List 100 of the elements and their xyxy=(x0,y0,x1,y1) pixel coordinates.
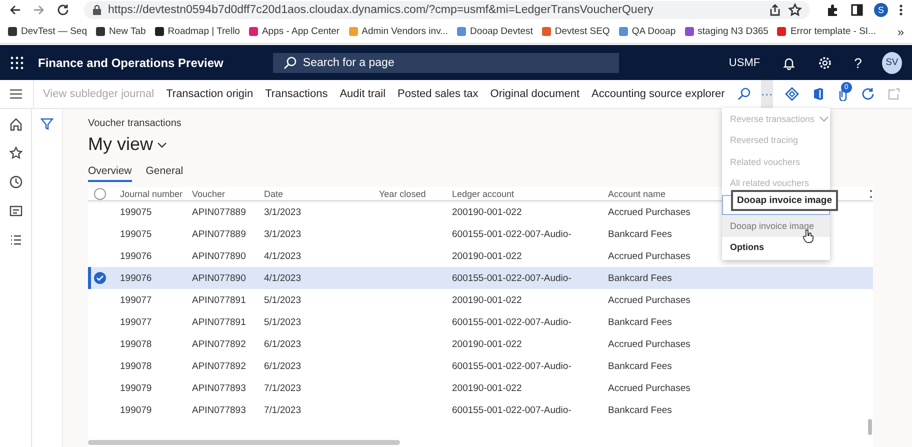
action-button[interactable]: Original document xyxy=(490,88,580,100)
table-cell-text: APIN077890 xyxy=(192,250,247,262)
filter-icon[interactable] xyxy=(40,117,54,131)
bookmark[interactable]: Roadmap | Trello xyxy=(154,26,240,37)
table-cell-text: 200190-001-022 xyxy=(452,338,523,350)
table-cell-text: 4/1/2023 xyxy=(264,250,302,262)
column-header[interactable]: Account name xyxy=(608,188,666,198)
action-button[interactable]: Accounting source explorer xyxy=(592,88,725,100)
search-field[interactable]: Search for a page xyxy=(272,52,619,72)
sidebar-icon[interactable] xyxy=(850,3,864,17)
action-button[interactable]: Posted sales tax xyxy=(398,88,478,100)
table-cell-text: 600155-001-022-007-Audio- xyxy=(452,272,572,284)
refresh-icon[interactable] xyxy=(860,87,875,101)
reload-icon[interactable] xyxy=(56,3,70,17)
table-cell-text: 5/1/2023 xyxy=(264,316,302,328)
bookmark[interactable]: Devtest SEQ xyxy=(542,26,610,37)
table-cell: Accrued Purchases xyxy=(608,382,690,394)
vertical-scrollbar[interactable] xyxy=(868,419,872,435)
table-cell-text: APIN077889 xyxy=(192,228,247,240)
table-cell-text: 7/1/2023 xyxy=(264,382,302,394)
bell-icon[interactable] xyxy=(782,56,796,70)
kebab-menu-icon[interactable] xyxy=(898,3,904,17)
address-bar[interactable]: https://devtestn0594b7d0dff7c20d1aos.cloudax.dynamics.com/?cmp=usmf&mi=LedgerTransVoucherQuery xyxy=(84,1,810,19)
clock-icon[interactable] xyxy=(8,175,22,189)
kebab-menu-icon[interactable] xyxy=(869,188,873,200)
menu-item[interactable]: Dooap invoice image xyxy=(722,215,830,236)
table-cell-text: 199075 xyxy=(120,228,153,240)
table-cell: Accrued Purchases xyxy=(608,206,690,218)
bookmark[interactable]: DevTest — Seq xyxy=(8,26,87,37)
more-options-button[interactable]: ··· xyxy=(760,80,773,108)
table-cell-text: 200190-001-022 xyxy=(452,250,523,262)
action-button[interactable]: Transaction origin xyxy=(166,88,254,100)
menu-item[interactable]: Options xyxy=(722,236,830,258)
column-header[interactable]: Date xyxy=(264,188,379,198)
table-cell-text: 199079 xyxy=(120,404,153,416)
menu-icon[interactable] xyxy=(9,88,23,100)
bookmark[interactable]: New Tab xyxy=(96,26,146,37)
table-cell-text: 4/1/2023 xyxy=(264,272,302,284)
forward-arrow-icon[interactable] xyxy=(32,3,46,17)
column-header[interactable]: Ledger account xyxy=(452,188,608,198)
star-icon[interactable] xyxy=(788,3,802,17)
bookmark[interactable]: Dooap Devtest xyxy=(457,26,533,37)
column-header[interactable]: Year closed xyxy=(379,188,452,198)
bookmark-label: Dooap Devtest xyxy=(470,26,533,37)
table-cell-text: APIN077893 xyxy=(192,404,247,416)
table-cell-text: APIN077891 xyxy=(192,294,247,306)
tab[interactable]: Overview xyxy=(88,165,132,182)
selected-row[interactable]: 199076 APIN077890 4/1/2023 600155-001-022-007-Audio- Bankcard Fees xyxy=(88,267,873,289)
table-cell-text: 200190-001-022 xyxy=(452,294,523,306)
bookmark-label: staging N3 D365 xyxy=(698,26,768,37)
table-cell: Bankcard Fees xyxy=(608,228,672,240)
view-selector[interactable]: My view xyxy=(88,134,168,155)
select-all-checkbox[interactable] xyxy=(94,188,106,200)
puzzle-icon[interactable] xyxy=(826,3,840,17)
bookmark-label: Devtest SEQ xyxy=(554,26,610,37)
bookmark-label: DevTest — Seq xyxy=(21,26,87,37)
share-icon[interactable] xyxy=(768,3,782,17)
company-picker[interactable]: USMF xyxy=(728,56,760,68)
tab[interactable]: General xyxy=(146,165,184,182)
star-icon[interactable] xyxy=(8,146,22,160)
bookmark-label: QA Dooap xyxy=(632,26,676,37)
page-caption: Voucher transactions xyxy=(88,118,182,129)
table-cell-text: 199077 xyxy=(120,294,153,306)
lock-icon xyxy=(92,4,102,16)
bookmark-label: Roadmap | Trello xyxy=(168,26,240,37)
bookmark[interactable]: staging N3 D365 xyxy=(684,26,768,37)
app-launcher-icon[interactable] xyxy=(10,56,24,70)
table-cell-text: 6/1/2023 xyxy=(264,338,302,350)
help-button[interactable]: ? xyxy=(854,54,862,70)
table-cell-text: 199078 xyxy=(120,338,153,350)
table-cell-text: APIN077891 xyxy=(192,316,247,328)
more-bookmarks-button[interactable]: » xyxy=(897,24,904,38)
table-cell-text: 199079 xyxy=(120,382,153,394)
home-icon[interactable] xyxy=(8,117,22,131)
table-cell-text: APIN077890 xyxy=(192,272,247,284)
column-header[interactable]: Journal number xyxy=(120,188,192,198)
table-cell: Bankcard Fees xyxy=(608,316,672,328)
diamond-icon[interactable] xyxy=(784,87,799,101)
checkmark-icon xyxy=(96,275,104,281)
table-cell-text: 600155-001-022-007-Audio- xyxy=(452,316,572,328)
back-arrow-icon[interactable] xyxy=(8,3,22,17)
action-button[interactable]: Transactions xyxy=(265,88,328,100)
table-cell-text: 199075 xyxy=(120,206,153,218)
table-cell-text: 200190-001-022 xyxy=(452,206,523,218)
table-cell-text: 199076 xyxy=(120,250,153,262)
list-icon[interactable] xyxy=(8,233,22,247)
horizontal-scrollbar[interactable] xyxy=(88,440,400,445)
url-text: https://devtestn0594b7d0dff7c20d1aos.cloudax.dynamics.com/?cmp=usmf&mi=LedgerTransVoucherQuery xyxy=(108,4,654,16)
search-icon[interactable] xyxy=(736,87,751,101)
column-header[interactable]: Voucher xyxy=(192,188,264,198)
bookmark[interactable]: QA Dooap xyxy=(618,26,676,37)
settings-icon[interactable] xyxy=(818,56,832,70)
workspace-icon[interactable] xyxy=(8,204,22,218)
user-avatar[interactable]: SV xyxy=(882,52,902,74)
tooltip: Dooap invoice image xyxy=(731,190,838,211)
action-button[interactable]: Audit trail xyxy=(340,88,386,100)
table-cell-text: 600155-001-022-007-Audio- xyxy=(452,228,572,240)
row-checkbox[interactable] xyxy=(94,272,106,284)
table-cell-text: 600155-001-022-007-Audio- xyxy=(452,404,572,416)
profile-avatar[interactable]: S xyxy=(874,3,888,17)
